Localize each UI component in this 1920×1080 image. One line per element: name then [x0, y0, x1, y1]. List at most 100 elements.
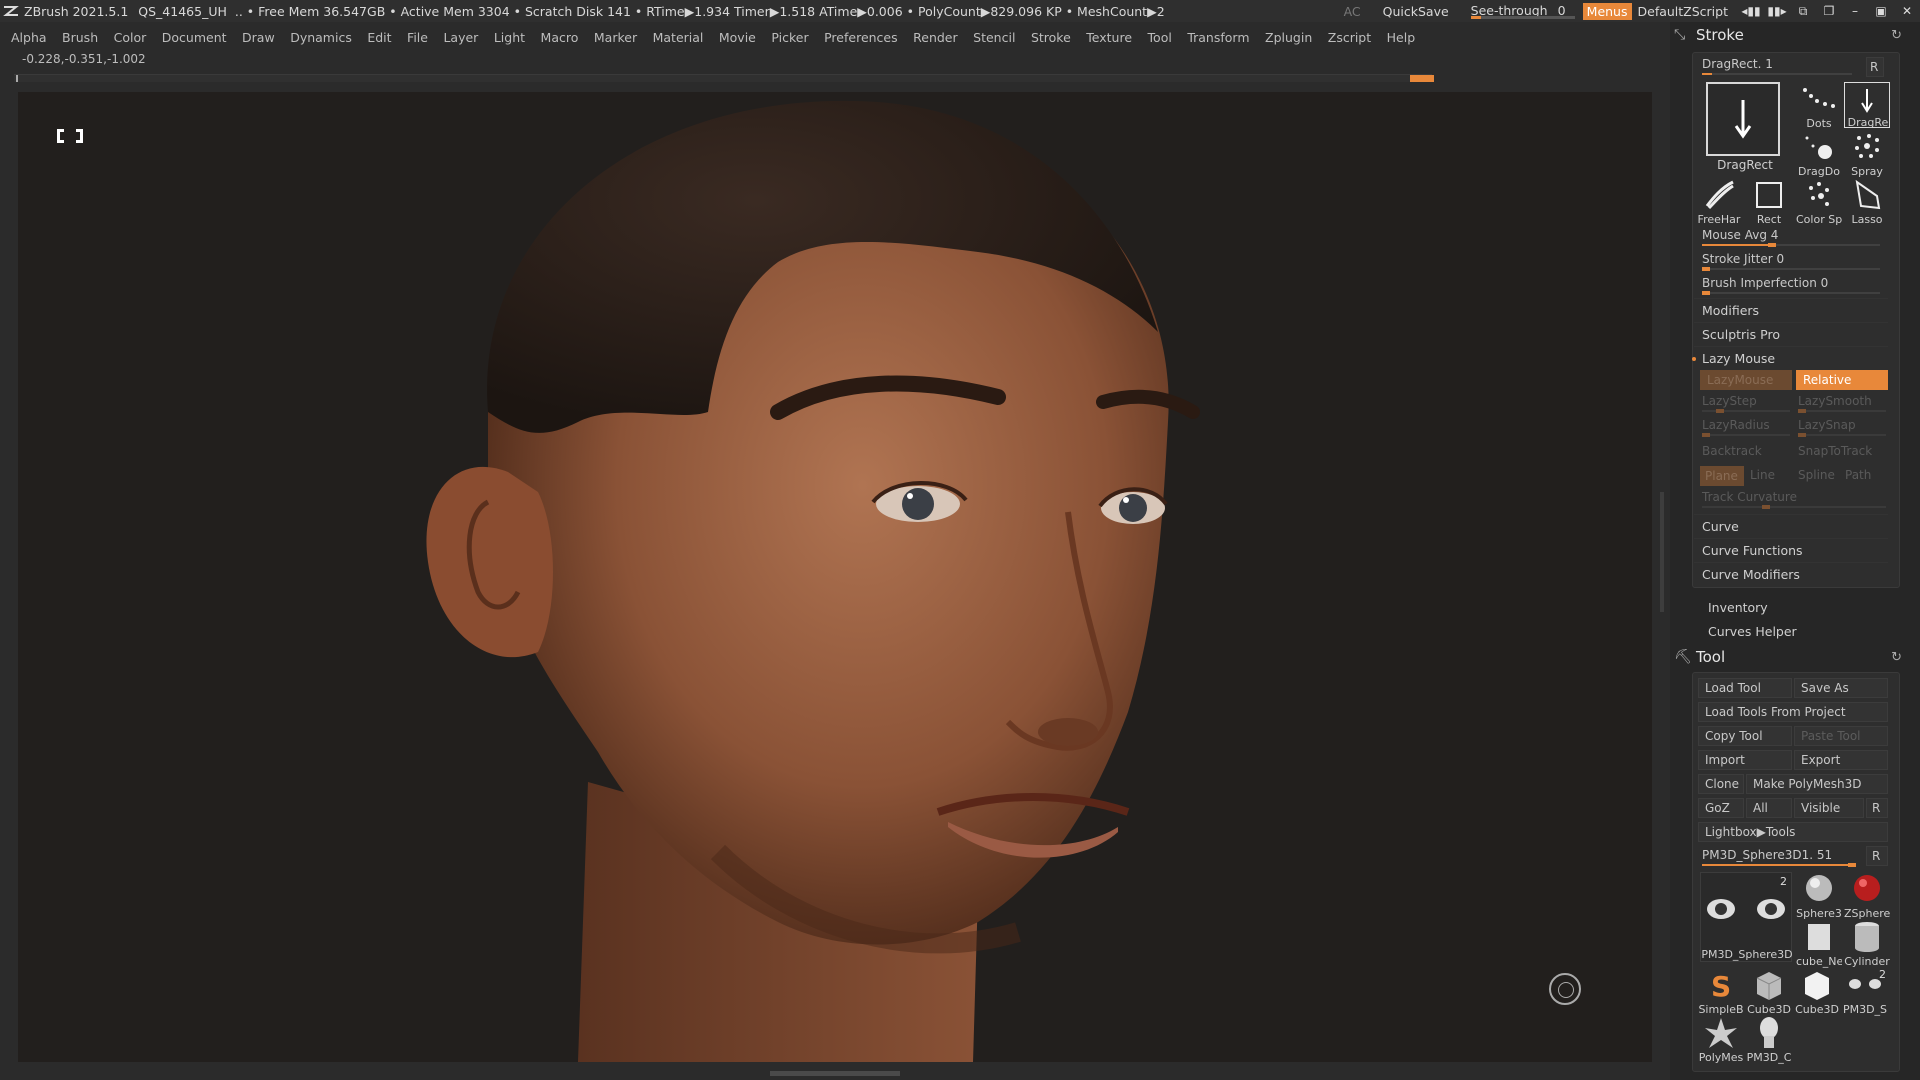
frame-toggle-icon[interactable]	[54, 126, 86, 146]
clone-button[interactable]: Clone	[1698, 774, 1744, 794]
lazymouse-toggle[interactable]: LazyMouse	[1700, 370, 1792, 390]
window-tile-icon[interactable]: ⧉	[1790, 4, 1816, 19]
menu-dynamics[interactable]: Dynamics	[290, 30, 352, 45]
tool-cube3d-a[interactable]: Cube3D	[1746, 968, 1792, 1016]
menu-marker[interactable]: Marker	[594, 30, 637, 45]
see-through-slider[interactable]: See-through 0	[1470, 2, 1575, 20]
stroke-spray[interactable]: Spray	[1844, 130, 1890, 178]
menu-material[interactable]: Material	[653, 30, 704, 45]
menu-zscript[interactable]: Zscript	[1328, 30, 1371, 45]
menu-edit[interactable]: Edit	[367, 30, 391, 45]
layout-right-icon[interactable]: ▮▮▸	[1764, 4, 1790, 18]
tool-pm3d-c-head[interactable]: PM3D_C	[1746, 1016, 1792, 1064]
menu-zplugin[interactable]: Zplugin	[1265, 30, 1312, 45]
menu-draw[interactable]: Draw	[242, 30, 275, 45]
current-stroke-dragrect[interactable]	[1706, 82, 1780, 156]
close-icon[interactable]: ✕	[1894, 4, 1920, 18]
tool-r-button[interactable]: R	[1866, 846, 1888, 866]
import-button[interactable]: Import	[1698, 750, 1792, 770]
lazysnap-slider[interactable]: LazySnap	[1798, 418, 1856, 432]
tool-polymesh-star[interactable]: PolyMes	[1698, 1016, 1744, 1064]
tool-cylinder[interactable]: Cylinder	[1844, 920, 1890, 968]
stroke-freehand[interactable]: FreeHar	[1696, 178, 1742, 226]
curves-helper-section[interactable]: Curves Helper	[1708, 624, 1797, 639]
menu-preferences[interactable]: Preferences	[824, 30, 898, 45]
make-polymesh3d-button[interactable]: Make PolyMesh3D	[1746, 774, 1888, 794]
goz-visible-button[interactable]: Visible	[1794, 798, 1864, 818]
current-tool-slider[interactable]: PM3D_Sphere3D1. 51	[1694, 846, 1864, 867]
relative-toggle[interactable]: Relative	[1796, 370, 1888, 390]
path-toggle[interactable]: Path	[1845, 468, 1871, 482]
document-canvas[interactable]	[18, 92, 1652, 1062]
tool-palette-reset-icon[interactable]: ↻	[1891, 650, 1902, 665]
menu-picker[interactable]: Picker	[771, 30, 808, 45]
default-zscript-button[interactable]: DefaultZScript	[1638, 4, 1729, 19]
menu-render[interactable]: Render	[913, 30, 958, 45]
stroke-palette-reset-icon[interactable]: ↻	[1891, 28, 1902, 43]
layout-left-icon[interactable]: ◂▮▮	[1738, 4, 1764, 18]
menu-layer[interactable]: Layer	[443, 30, 478, 45]
menu-movie[interactable]: Movie	[719, 30, 756, 45]
menu-light[interactable]: Light	[494, 30, 525, 45]
menu-alpha[interactable]: Alpha	[11, 30, 47, 45]
paste-tool-button[interactable]: Paste Tool	[1794, 726, 1888, 746]
stroke-colorspray[interactable]: Color Sp	[1796, 178, 1842, 226]
curve-functions-section[interactable]: Curve Functions	[1694, 538, 1888, 560]
tool-palette-header[interactable]: ⛏ Tool ↻	[1670, 644, 1920, 670]
ac-button[interactable]: AC	[1344, 4, 1361, 19]
stroke-rect[interactable]: Rect	[1746, 178, 1792, 226]
snaptotrack-toggle[interactable]: SnapToTrack	[1798, 444, 1872, 458]
menu-stencil[interactable]: Stencil	[973, 30, 1015, 45]
left-tray[interactable]	[0, 82, 18, 1072]
track-curvature-slider[interactable]: Track Curvature	[1702, 490, 1797, 504]
mouse-avg-slider[interactable]: Mouse Avg 4	[1694, 226, 1888, 247]
lazyradius-slider[interactable]: LazyRadius	[1702, 418, 1770, 432]
lazysmooth-slider[interactable]: LazySmooth	[1798, 394, 1872, 408]
window-restore-icon[interactable]: ❐	[1816, 4, 1842, 18]
save-as-button[interactable]: Save As	[1794, 678, 1888, 698]
menus-toggle-button[interactable]: Menus	[1582, 2, 1632, 20]
tool-sphere3d[interactable]: Sphere3	[1796, 872, 1842, 920]
menu-macro[interactable]: Macro	[541, 30, 579, 45]
menu-transform[interactable]: Transform	[1187, 30, 1249, 45]
sculptris-pro-section[interactable]: Sculptris Pro	[1694, 322, 1888, 344]
stroke-dots[interactable]: Dots	[1796, 82, 1842, 130]
menu-texture[interactable]: Texture	[1086, 30, 1132, 45]
brush-imperfection-slider[interactable]: Brush Imperfection 0	[1694, 274, 1888, 295]
menu-document[interactable]: Document	[162, 30, 227, 45]
goz-all-button[interactable]: All	[1746, 798, 1792, 818]
timeline-ruler[interactable]	[14, 74, 1434, 83]
menu-color[interactable]: Color	[114, 30, 147, 45]
copy-tool-button[interactable]: Copy Tool	[1698, 726, 1792, 746]
menu-file[interactable]: File	[407, 30, 428, 45]
tool-cube3d-b[interactable]: Cube3D	[1794, 968, 1840, 1016]
maximize-icon[interactable]: ▣	[1868, 4, 1894, 18]
quicksave-button[interactable]: QuickSave	[1383, 4, 1449, 19]
curve-modifiers-section[interactable]: Curve Modifiers	[1694, 562, 1888, 584]
current-tool-thumbnail[interactable]: 2 PM3D_Sphere3D	[1700, 872, 1793, 962]
line-toggle[interactable]: Line	[1750, 468, 1775, 482]
inventory-section[interactable]: Inventory	[1708, 600, 1768, 615]
lazy-mouse-section[interactable]: Lazy Mouse	[1692, 346, 1888, 368]
stroke-jitter-slider[interactable]: Stroke Jitter 0	[1694, 250, 1888, 271]
tool-zsphere[interactable]: ZSphere	[1844, 872, 1890, 920]
menu-help[interactable]: Help	[1387, 30, 1416, 45]
menu-tool[interactable]: Tool	[1148, 30, 1172, 45]
tool-simplebrush[interactable]: S SimpleB	[1698, 968, 1744, 1016]
goz-button[interactable]: GoZ	[1698, 798, 1744, 818]
curve-section[interactable]: Curve	[1694, 514, 1888, 536]
load-tools-from-project-button[interactable]: Load Tools From Project	[1698, 702, 1888, 722]
goz-r-button[interactable]: R	[1866, 798, 1888, 818]
minimize-icon[interactable]: –	[1842, 4, 1868, 18]
stroke-palette-header[interactable]: ⤡ Stroke ↻	[1670, 22, 1920, 48]
stroke-r-button[interactable]: R	[1866, 57, 1884, 77]
stroke-lasso[interactable]: Lasso	[1844, 178, 1890, 226]
stroke-dragre[interactable]: DragRe	[1844, 82, 1890, 129]
spline-toggle[interactable]: Spline	[1798, 468, 1835, 482]
load-tool-button[interactable]: Load Tool	[1698, 678, 1792, 698]
lazystep-slider[interactable]: LazyStep	[1702, 394, 1757, 408]
modifiers-section[interactable]: Modifiers	[1694, 298, 1888, 320]
menu-brush[interactable]: Brush	[62, 30, 98, 45]
bottom-tray-handle[interactable]	[770, 1071, 900, 1076]
export-button[interactable]: Export	[1794, 750, 1888, 770]
